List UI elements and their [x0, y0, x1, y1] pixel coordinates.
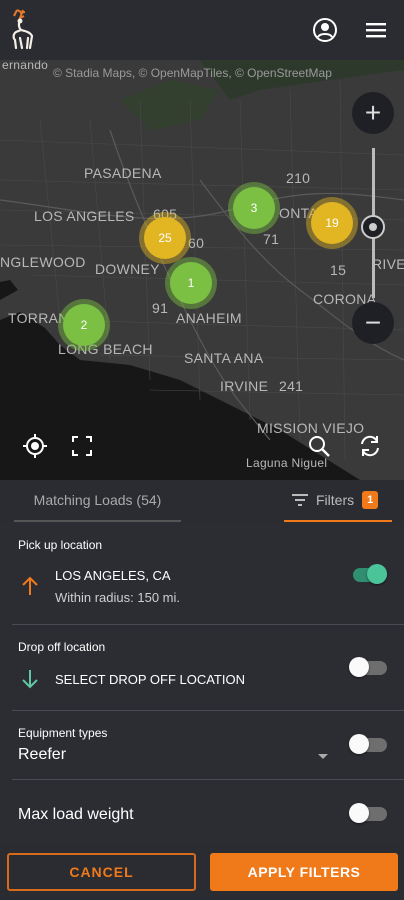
- tab-matching-loads[interactable]: Matching Loads (54): [14, 480, 181, 522]
- map-place-label: RIVE: [372, 256, 404, 272]
- fullscreen-icon[interactable]: [68, 432, 96, 460]
- filter-icon: [292, 494, 308, 506]
- toggle-thumb: [367, 564, 387, 584]
- zoom-slider-handle[interactable]: [361, 215, 385, 239]
- app-header: [0, 0, 404, 60]
- map-place-label: SANTA ANA: [184, 350, 264, 366]
- filters-tab-label: Filters: [316, 492, 355, 508]
- arrow-up-icon: [22, 576, 38, 595]
- max-weight-toggle[interactable]: [349, 802, 389, 823]
- refresh-icon[interactable]: [356, 432, 384, 460]
- pickup-location-value[interactable]: LOS ANGELES, CA: [55, 568, 171, 583]
- road-number-label: 91: [152, 300, 169, 316]
- map-attribution: © Stadia Maps, © OpenMapTiles, © OpenStr…: [53, 66, 332, 80]
- loads-map[interactable]: © Stadia Maps, © OpenMapTiles, © OpenStr…: [0, 60, 404, 480]
- hamburger-menu-icon[interactable]: [363, 17, 389, 43]
- my-location-icon[interactable]: [21, 432, 49, 460]
- deer-logo-icon: [12, 9, 34, 50]
- equipment-toggle[interactable]: [349, 733, 389, 754]
- filter-actions-bar: CANCEL APPLY FILTERS: [0, 842, 404, 900]
- road-number-label: 71: [263, 231, 280, 247]
- account-icon[interactable]: [311, 16, 339, 44]
- chevron-down-icon[interactable]: [318, 754, 328, 759]
- divider: [12, 710, 404, 711]
- cancel-button[interactable]: CANCEL: [7, 853, 196, 891]
- map-place-label: ANAHEIM: [176, 310, 242, 326]
- map-cluster-marker[interactable]: 2: [63, 304, 105, 346]
- zoom-in-button[interactable]: +: [352, 92, 394, 134]
- divider: [12, 624, 404, 625]
- dropoff-toggle[interactable]: [349, 656, 389, 677]
- search-icon[interactable]: [305, 432, 333, 460]
- road-number-label: 210: [286, 170, 311, 186]
- road-number-label: 60: [188, 235, 205, 251]
- road-number-label: 241: [279, 378, 304, 394]
- map-place-label: LOS ANGELES: [34, 208, 135, 224]
- max-weight-label: Max load weight: [18, 806, 134, 823]
- map-place-label: ernando: [2, 60, 49, 72]
- pickup-section-label: Pick up location: [18, 538, 103, 552]
- zoom-out-button[interactable]: −: [352, 302, 394, 344]
- map-place-label: NGLEWOOD: [0, 254, 86, 270]
- map-place-label: LONG BEACH: [58, 341, 153, 357]
- map-cluster-marker[interactable]: 25: [144, 217, 186, 259]
- arrow-down-icon: [22, 670, 38, 689]
- apply-filters-button[interactable]: APPLY FILTERS: [210, 853, 398, 891]
- toggle-thumb: [349, 803, 369, 823]
- dropoff-section-label: Drop off location: [18, 640, 106, 654]
- equipment-section-label: Equipment types: [18, 726, 108, 740]
- map-place-label: IRVINE: [220, 378, 269, 394]
- map-place-label: DOWNEY: [95, 261, 160, 277]
- divider: [12, 779, 404, 780]
- toggle-thumb: [349, 734, 369, 754]
- pickup-radius-text[interactable]: Within radius: 150 mi.: [55, 590, 180, 605]
- filters-count-badge: 1: [362, 491, 379, 509]
- map-place-label: PASADENA: [84, 165, 162, 181]
- toggle-thumb: [349, 657, 369, 677]
- map-cluster-marker[interactable]: 3: [233, 187, 275, 229]
- dropoff-location-select[interactable]: SELECT DROP OFF LOCATION: [55, 672, 245, 687]
- results-tabs: Matching Loads (54) Filters 1: [0, 480, 404, 522]
- road-number-label: 15: [330, 262, 347, 278]
- map-cluster-marker[interactable]: 19: [311, 202, 353, 244]
- pickup-toggle[interactable]: [349, 563, 389, 584]
- map-cluster-marker[interactable]: 1: [170, 262, 212, 304]
- equipment-type-select[interactable]: Reefer: [18, 746, 66, 764]
- tab-filters[interactable]: Filters 1: [284, 480, 392, 522]
